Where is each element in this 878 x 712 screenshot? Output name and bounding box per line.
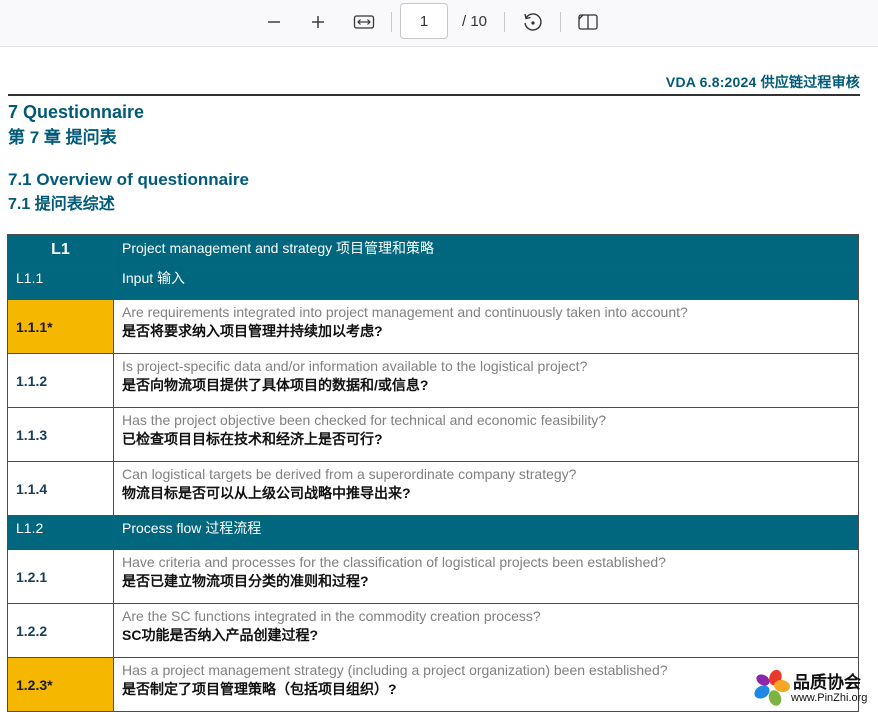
question-en: Have criteria and processes for the clas… [122,554,666,570]
watermark-title: 品质协会 [793,673,861,693]
question-text: Is project-specific data and/or informat… [113,353,859,408]
subsection-title: Process flow 过程流程 [113,515,859,550]
question-text: Can logistical targets be derived from a… [113,461,859,516]
question-row: 1.1.3 Has the project objective been chec… [7,407,859,462]
question-row: 1.1.4 Can logistical targets be derived f… [7,461,859,516]
question-en: Has a project management strategy (inclu… [122,662,668,678]
question-row: 1.2.1 Have criteria and processes for the… [7,549,859,604]
question-code: 1.2.3* [7,657,114,712]
section-title-cn: 7.1 提问表综述 [8,196,115,213]
watermark: 品质协会 www.PinZhi.org [753,668,878,708]
question-cn: 是否已建立物流项目分类的准则和过程? [122,573,369,589]
question-en: Are requirements integrated into project… [122,304,688,320]
section-title-en: 7.1 Overview of questionnaire [8,170,249,189]
subsection-code: L1.1 [7,265,114,300]
question-en: Can logistical targets be derived from a… [122,466,577,482]
question-text: Have criteria and processes for the clas… [113,549,859,604]
two-page-view-icon [578,14,598,30]
zoom-in-button[interactable] [304,8,332,36]
chapter-code: L1 [7,234,114,266]
question-text: Has the project objective been checked f… [113,407,859,462]
pdf-toolbar: / 10 [0,0,878,47]
flower-logo-icon [754,669,790,706]
rotate-icon [524,13,542,31]
minus-icon [268,21,280,23]
question-row: 1.1.1* Are requirements integrated into p… [7,299,859,354]
question-row: 1.2.2 Are the SC functions integrated in … [7,603,859,658]
subsection-code: L1.2 [7,515,114,550]
question-code: 1.1.4 [7,461,114,516]
question-text: Are the SC functions integrated in the c… [113,603,859,658]
page-number-input[interactable] [400,3,448,39]
question-text: Are requirements integrated into project… [113,299,859,354]
question-cn: 已检查项目目标在技术和经济上是否可行? [122,431,383,447]
question-row: 1.1.2 Is project-specific data and/or inf… [7,353,859,408]
subsection-row: L1.2 Process flow 过程流程 [7,515,859,550]
toolbar-separator [504,12,505,32]
subsection-title: Input 输入 [113,265,859,300]
question-en: Are the SC functions integrated in the c… [122,608,541,624]
rotate-button[interactable] [518,8,546,36]
fit-width-button[interactable] [350,8,378,36]
question-code: 1.1.1* [7,299,114,354]
page-view-button[interactable] [574,8,602,36]
question-cn: 是否向物流项目提供了具体项目的数据和/或信息? [122,377,429,393]
plus-icon [312,16,324,28]
question-code: 1.1.2 [7,353,114,408]
fit-width-icon [353,15,375,29]
question-text: Has a project management strategy (inclu… [113,657,859,712]
document-header: VDA 6.8:2024 供应链过程审核 [8,72,860,96]
question-code: 1.2.1 [7,549,114,604]
chapter-title: Project management and strategy 项目管理和策略 [113,234,859,266]
table-header-row: L1 Project management and strategy 项目管理和… [7,234,859,266]
toolbar-separator [560,12,561,32]
question-code: 1.2.2 [7,603,114,658]
question-cn: 是否将要求纳入项目管理并持续加以考虑? [122,323,383,339]
chapter-title-cn: 第 7 章 提问表 [8,128,117,147]
zoom-out-button[interactable] [260,8,288,36]
watermark-url: www.PinZhi.org [791,692,868,704]
question-row: 1.2.3* Has a project management strategy … [7,657,859,712]
questionnaire-table: L1 Project management and strategy 项目管理和… [7,234,859,712]
question-cn: 物流目标是否可以从上级公司战略中推导出来? [122,485,411,501]
subsection-row: L1.1 Input 输入 [7,265,859,300]
question-code: 1.1.3 [7,407,114,462]
question-en: Is project-specific data and/or informat… [122,358,588,374]
question-cn: 是否制定了项目管理策略（包括项目组织）? [122,681,397,697]
page-total: / 10 [462,13,488,30]
chapter-title-en: 7 Questionnaire [8,102,145,122]
question-cn: SC功能是否纳入产品创建过程? [122,627,318,643]
toolbar-separator [391,12,392,32]
question-en: Has the project objective been checked f… [122,412,607,428]
